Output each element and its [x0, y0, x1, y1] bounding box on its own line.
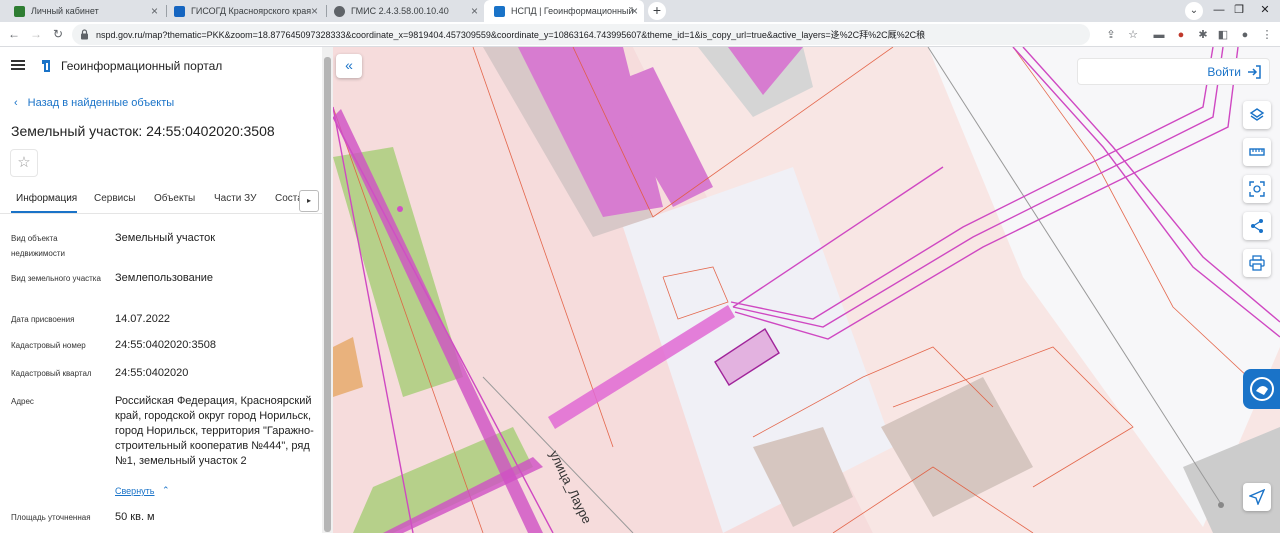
printer-icon	[1249, 255, 1265, 271]
new-tab-button[interactable]: +	[648, 2, 666, 20]
tab-title: НСПД | Геоинформационный п	[511, 6, 636, 16]
reload-icon[interactable]: ↻	[50, 26, 66, 42]
back-arrow-icon[interactable]: ←	[6, 26, 22, 42]
close-tab-icon[interactable]: ×	[471, 4, 478, 18]
address-bar[interactable]: nspd.gov.ru/map?thematic=PKK&zoom=18.877…	[72, 24, 1090, 45]
layers-tool-button[interactable]	[1243, 101, 1271, 129]
chevron-left-icon: ‹	[14, 97, 18, 109]
login-icon	[1248, 65, 1261, 79]
scrollbar-thumb[interactable]	[324, 57, 331, 532]
puzzle-icon[interactable]: ✱	[1196, 28, 1210, 42]
close-tab-icon[interactable]: ×	[151, 4, 158, 18]
browser-tab-1[interactable]: Личный кабинет ×	[4, 0, 164, 22]
field-value: Землепользование	[115, 272, 214, 284]
map-canvas[interactable]	[333, 47, 1280, 533]
tabs-scroll-right-button[interactable]: ▸	[299, 190, 319, 212]
tab-information[interactable]: Информация	[16, 193, 77, 204]
object-info-panel: Геоинформационный портал ‹ Назад в найде…	[0, 47, 322, 533]
extension-icon[interactable]: ●	[1174, 28, 1188, 42]
tab-title: Личный кабинет	[31, 6, 99, 16]
object-tabs: Информация Сервисы Объекты Части ЗУ Сост…	[0, 187, 322, 213]
field-value: Земельный участок	[115, 232, 216, 244]
chevron-up-icon[interactable]: ⌃	[162, 485, 170, 496]
hamburger-menu-icon[interactable]	[11, 60, 25, 70]
tab-favicon-icon	[14, 5, 25, 17]
field-value: 24:55:0402020:3508	[115, 339, 216, 351]
minimize-icon[interactable]: —	[1210, 0, 1228, 22]
extension-icon[interactable]: ▬	[1152, 28, 1166, 42]
lock-icon	[81, 29, 88, 40]
collapse-link[interactable]: Свернуть	[115, 486, 154, 496]
close-window-icon[interactable]: ✕	[1256, 0, 1274, 22]
bookmark-star-icon[interactable]: ☆	[1126, 28, 1140, 42]
share-icon[interactable]: ⇪	[1104, 28, 1118, 42]
assistant-chat-button[interactable]	[1243, 369, 1280, 409]
ruler-tool-button[interactable]	[1243, 138, 1271, 166]
tab-favicon-icon	[174, 5, 185, 17]
collapse-panel-button[interactable]: «	[336, 54, 362, 78]
field-value: 14.07.2022	[115, 313, 171, 325]
browser-toolbar: ← → ↻ nspd.gov.ru/map?thematic=PKK&zoom=…	[0, 22, 1280, 47]
restore-icon[interactable]: ❐	[1230, 0, 1248, 22]
back-label: Назад в найденные объекты	[27, 97, 175, 109]
profile-icon[interactable]: ●	[1238, 28, 1252, 42]
tab-services[interactable]: Сервисы	[94, 193, 135, 204]
favorite-star-button[interactable]: ☆	[10, 149, 38, 177]
area-select-icon	[1249, 181, 1265, 197]
layers-icon	[1249, 108, 1265, 121]
forward-arrow-icon[interactable]: →	[28, 26, 44, 42]
browser-tab-2[interactable]: ГИСОГД Красноярского края ×	[164, 0, 324, 22]
ruler-icon	[1249, 148, 1265, 156]
portal-title: Геоинформационный портал	[61, 59, 223, 73]
object-title: Земельный участок: 24:55:0402020:3508	[11, 123, 275, 139]
field-value: 50 кв. м	[115, 511, 155, 523]
navigation-arrow-icon	[1249, 489, 1265, 505]
tab-favicon-icon	[334, 5, 345, 17]
tab-composition[interactable]: Соста	[275, 193, 299, 204]
field-label: Кадастровый номер	[11, 341, 86, 350]
portal-logo-icon	[42, 60, 50, 72]
url-text: nspd.gov.ru/map?thematic=PKK&zoom=18.877…	[96, 30, 926, 40]
tab-title: ГИСОГД Красноярского края	[191, 6, 312, 16]
login-label: Войти	[1207, 65, 1241, 79]
tab-objects[interactable]: Объекты	[154, 193, 195, 204]
tab-parts[interactable]: Части ЗУ	[214, 193, 256, 204]
tab-search-icon[interactable]: ⌄	[1185, 2, 1203, 20]
field-label: Вид объекта недвижимости	[11, 234, 65, 258]
login-button[interactable]: Войти	[1077, 58, 1270, 85]
tab-title: ГМИС 2.4.3.58.00.10.40	[351, 6, 449, 16]
tabs-divider	[0, 213, 322, 214]
field-label: Адрес	[11, 397, 34, 406]
field-label: Дата присвоения	[11, 315, 75, 324]
panel-scrollbar[interactable]	[322, 47, 333, 533]
menu-dots-icon[interactable]: ⋮	[1260, 28, 1274, 42]
browser-tab-4-active[interactable]: НСПД | Геоинформационный п ×	[484, 0, 644, 22]
chat-assistant-icon	[1250, 377, 1274, 401]
browser-tab-3[interactable]: ГМИС 2.4.3.58.00.10.40 ×	[324, 0, 484, 22]
print-tool-button[interactable]	[1243, 249, 1271, 277]
share-tool-button[interactable]	[1243, 212, 1271, 240]
field-value: Российская Федерация, Красноярский край,…	[115, 395, 314, 467]
field-label: Площадь уточненная	[11, 513, 91, 522]
back-to-results-link[interactable]: ‹ Назад в найденные объекты	[14, 97, 174, 109]
navigate-tool-button[interactable]	[1243, 483, 1271, 511]
field-label: Кадастровый квартал	[11, 369, 92, 378]
share-icon	[1251, 219, 1263, 233]
tab-favicon-icon	[494, 5, 505, 17]
close-tab-icon[interactable]: ×	[311, 4, 318, 18]
browser-tabbar: Личный кабинет × ГИСОГД Красноярского кр…	[0, 0, 1280, 22]
close-tab-icon[interactable]: ×	[631, 4, 638, 18]
area-select-tool-button[interactable]	[1243, 175, 1271, 203]
map-layers	[333, 47, 1280, 533]
side-panel-icon[interactable]: ◧	[1216, 28, 1230, 42]
field-value: 24:55:0402020	[115, 367, 189, 379]
map-point	[1218, 502, 1224, 508]
map-point	[397, 206, 403, 212]
field-label: Вид земельного участка	[11, 274, 101, 283]
